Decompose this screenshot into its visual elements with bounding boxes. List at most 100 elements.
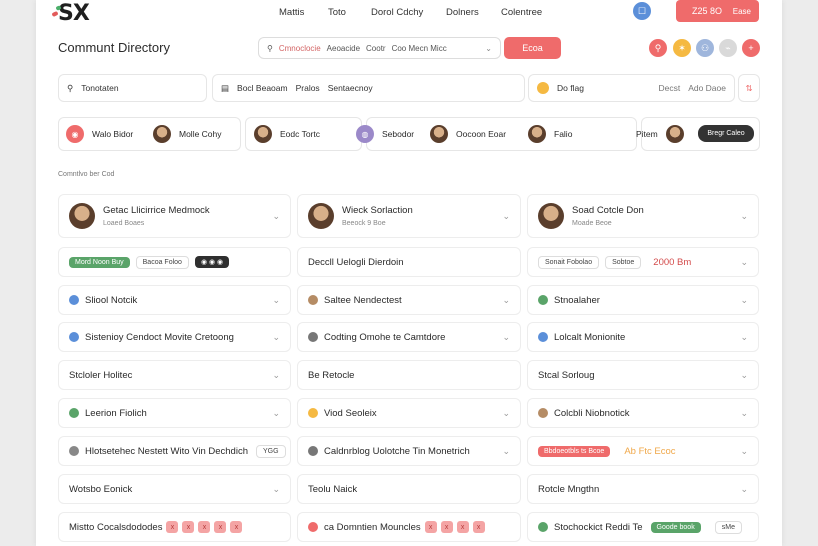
person-chip[interactable]: ◍ Sebodor: [356, 125, 414, 143]
filter-search[interactable]: ⚲ Tonotaten: [58, 74, 207, 102]
avatar: [430, 125, 448, 143]
card-title: Getac Llicirrice Medmock: [103, 205, 210, 216]
chevron-down-icon[interactable]: ⌄: [272, 408, 280, 419]
chevron-down-icon[interactable]: ⌄: [740, 257, 748, 268]
tag-badge[interactable]: Bacoa Foloo: [135, 255, 189, 269]
tag-badge[interactable]: Goode book: [650, 521, 701, 533]
promo-button[interactable]: Z25 8O Ease: [676, 0, 759, 22]
chevron-down-icon[interactable]: ⌄: [740, 370, 748, 381]
directory-card[interactable]: Mistto Cocalsdododes x x x x x: [58, 512, 291, 542]
tag-badge[interactable]: ◉ ◉ ◉: [194, 256, 230, 268]
directory-card[interactable]: Mord Noon Buy Bacoa Foloo ◉ ◉ ◉: [58, 247, 291, 277]
close-icon[interactable]: x: [214, 521, 227, 533]
person-chip[interactable]: ◉ Walo Bidor: [66, 125, 133, 143]
nav-item[interactable]: Dorol Cdchy: [371, 7, 423, 18]
tag-badge[interactable]: Mord Noon Buy: [69, 256, 130, 268]
chevron-down-icon[interactable]: ⌄: [502, 211, 510, 222]
directory-card[interactable]: Hlotsetehec Nestett Wito Vin Dechdich YGG: [58, 436, 291, 466]
nav-item[interactable]: Colentree: [501, 7, 542, 18]
tag-badge[interactable]: Sonait Fobolao: [538, 255, 600, 269]
directory-card[interactable]: Viod Seoleix ⌄: [297, 398, 521, 428]
directory-card[interactable]: Stnoalaher ⌄: [527, 285, 759, 315]
tag-badge[interactable]: YGG: [255, 444, 286, 458]
person-chip[interactable]: Molle Cohy: [153, 125, 222, 143]
close-icon[interactable]: x: [472, 521, 485, 533]
directory-card[interactable]: Soad Cotcle Don Moade Beoe ⌄: [527, 194, 759, 238]
person-chip[interactable]: Falio: [528, 125, 572, 143]
chevron-down-icon[interactable]: ⌄: [740, 446, 748, 457]
chevron-down-icon[interactable]: ⌄: [485, 44, 492, 53]
directory-card[interactable]: Teolu Naick: [297, 474, 521, 504]
directory-card[interactable]: Stcloler Holitec ⌄: [58, 360, 291, 390]
chevron-down-icon[interactable]: ⌄: [272, 332, 280, 343]
chevron-down-icon[interactable]: ⌄: [502, 408, 510, 419]
directory-card[interactable]: Saltee Nendectest ⌄: [297, 285, 521, 315]
directory-card[interactable]: Stcal Sorloug ⌄: [527, 360, 759, 390]
promo-close[interactable]: Ease: [733, 7, 751, 16]
directory-card[interactable]: Sonait Fobolao Sobtoe 2000 Bm ⌄: [527, 247, 759, 277]
nav-item[interactable]: Dolners: [446, 7, 479, 18]
people-icon[interactable]: ⚇: [696, 39, 714, 57]
chevron-down-icon[interactable]: ⌄: [502, 295, 510, 306]
plus-icon[interactable]: +: [742, 39, 760, 57]
directory-card[interactable]: Wieck Sorlaction Beeock 9 Boe ⌄: [297, 194, 521, 238]
close-icon[interactable]: x: [456, 521, 469, 533]
end-badge[interactable]: sMe: [714, 520, 742, 534]
status-icon: [69, 408, 79, 418]
chevron-down-icon[interactable]: ⌄: [272, 370, 280, 381]
directory-card[interactable]: ca Domntien Mouncles x x x x: [297, 512, 521, 542]
nav-item[interactable]: Mattis: [279, 7, 304, 18]
link-icon[interactable]: ⌁: [719, 39, 737, 57]
directory-card[interactable]: Bbdoeotbls ts Bcoe Ab Ftc Ecoc ⌄: [527, 436, 759, 466]
sort-button[interactable]: ⇅: [738, 74, 760, 102]
amount-label: 2000 Bm: [653, 256, 692, 268]
people-action-button[interactable]: Bregr Caleo: [698, 125, 754, 142]
nav-item[interactable]: Toto: [328, 7, 346, 18]
directory-card[interactable]: Be Retocle: [297, 360, 521, 390]
close-icon[interactable]: x: [182, 521, 195, 533]
directory-card[interactable]: Stochockict Reddi Te Goode book sMe: [527, 512, 759, 542]
close-icon[interactable]: x: [440, 521, 453, 533]
chevron-down-icon[interactable]: ⌄: [740, 484, 748, 495]
close-icon[interactable]: x: [424, 521, 437, 533]
directory-card[interactable]: Rotcle Mngthn ⌄: [527, 474, 759, 504]
search-input[interactable]: ⚲ Cmnoclocie Aeoacide Cootr Coo Mecn Mic…: [258, 37, 501, 59]
filter-right[interactable]: Do flag Decst Ado Daoe: [528, 74, 735, 102]
tag-badge[interactable]: Bbdoeotbls ts Bcoe: [538, 445, 611, 457]
person-chip[interactable]: Oocoon Eoar: [430, 125, 506, 143]
directory-card[interactable]: Leerion Fiolich ⌄: [58, 398, 291, 428]
filter-middle[interactable]: ▤ Bocl Beaoam Pralos Sentaecnoy: [212, 74, 525, 102]
logo[interactable]: SX: [51, 1, 90, 26]
directory-card[interactable]: Getac Llicirrice Medmock Loaed Boaes ⌄: [58, 194, 291, 238]
directory-card[interactable]: Codting Omohe te Camtdore ⌄: [297, 322, 521, 352]
chevron-down-icon[interactable]: ⌄: [272, 295, 280, 306]
chevron-down-icon[interactable]: ⌄: [740, 211, 748, 222]
pin-icon[interactable]: ⚲: [649, 39, 667, 57]
directory-card[interactable]: Caldnrblog Uolotche Tin Monetrich ⌄: [297, 436, 521, 466]
person-chip[interactable]: Pitem: [636, 125, 684, 143]
directory-card[interactable]: Deccll Uelogli Dierdoin: [297, 247, 521, 277]
chevron-down-icon[interactable]: ⌄: [272, 484, 280, 495]
search-button[interactable]: Ecoa: [504, 37, 561, 59]
chevron-down-icon[interactable]: ⌄: [740, 295, 748, 306]
search-chip[interactable]: Coo Mecn Micc: [392, 44, 447, 53]
user-icon[interactable]: ☐: [633, 2, 651, 20]
tag-badge[interactable]: Sobtoe: [605, 255, 642, 269]
chevron-down-icon[interactable]: ⌄: [502, 332, 510, 343]
person-chip[interactable]: Eodc Tortc: [254, 125, 320, 143]
close-icon[interactable]: x: [166, 521, 179, 533]
star-icon[interactable]: ✶: [673, 39, 691, 57]
chevron-down-icon[interactable]: ⌄: [740, 408, 748, 419]
close-icon[interactable]: x: [198, 521, 211, 533]
directory-card[interactable]: Lolcalt Monionite ⌄: [527, 322, 759, 352]
search-chip[interactable]: Cootr: [366, 44, 386, 53]
directory-card[interactable]: Colcbli Niobnotick ⌄: [527, 398, 759, 428]
directory-card[interactable]: Sistenioy Cendoct Movite Cretoong ⌄: [58, 322, 291, 352]
close-icon[interactable]: x: [230, 521, 243, 533]
search-chip[interactable]: Aeoacide: [327, 44, 360, 53]
chevron-down-icon[interactable]: ⌄: [502, 446, 510, 457]
chevron-down-icon[interactable]: ⌄: [740, 332, 748, 343]
directory-card[interactable]: Wotsbo Eonick ⌄: [58, 474, 291, 504]
chevron-down-icon[interactable]: ⌄: [272, 211, 280, 222]
directory-card[interactable]: Sliool Notcik ⌄: [58, 285, 291, 315]
